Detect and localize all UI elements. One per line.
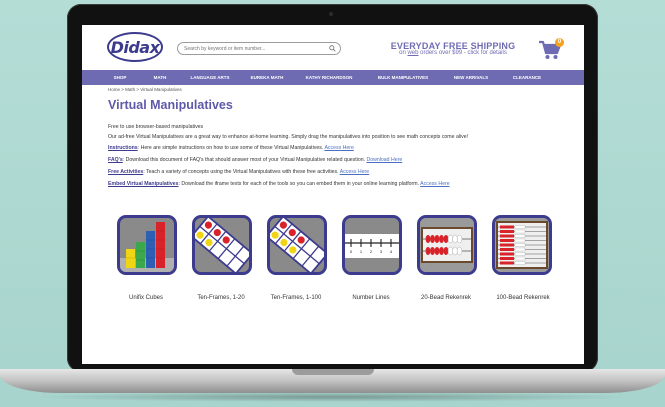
number-line-icon: 0 1 2 3 4 <box>345 234 399 258</box>
activities-text: : Teach a variety of concepts using the … <box>143 169 340 175</box>
rekenrek-icon <box>420 218 474 272</box>
intro-line-2: Our ad-free Virtual Manipulatives are a … <box>108 134 469 140</box>
tile-label-ten-frames-100[interactable]: Ten-Frames, 1-100 <box>258 295 334 302</box>
manipulatives-grid: 0 1 2 3 4 Unifix Cubes Ten-Frames, 1-20 … <box>82 215 584 315</box>
rekenrek-20-tile[interactable] <box>417 215 477 275</box>
cart-count-badge: 0 <box>555 38 564 47</box>
faq-link[interactable]: FAQ's <box>108 157 123 163</box>
ten-frame-icon <box>195 218 249 272</box>
search-icon[interactable] <box>329 45 336 52</box>
nav-eureka-math[interactable]: EUREKA MATH <box>240 75 294 80</box>
instructions-access-link[interactable]: Access Here <box>324 145 353 151</box>
nav-shop[interactable]: SHOP <box>100 75 140 80</box>
tile-label-rekenrek-20[interactable]: 20-Bead Rekenrek <box>408 295 484 302</box>
embed-link[interactable]: Embed Virtual Manipulatives <box>108 181 179 187</box>
ten-frames-20-tile[interactable] <box>192 215 252 275</box>
free-shipping-banner[interactable]: EVERYDAY FREE SHIPPING on web orders ove… <box>388 41 518 56</box>
search-box <box>177 42 341 55</box>
faq-download-link[interactable]: Download Here <box>366 157 402 163</box>
free-activities-link[interactable]: Free Activities <box>108 169 143 175</box>
page-title: Virtual Manipulatives <box>108 98 233 112</box>
activities-access-link[interactable]: Access Here <box>340 169 369 175</box>
browser-screen: Didax EVERYDAY FREE SHIPPING on web orde… <box>82 25 584 364</box>
search-input[interactable] <box>184 44 324 54</box>
ten-frames-100-tile[interactable] <box>267 215 327 275</box>
number-lines-tile[interactable]: 0 1 2 3 4 <box>342 215 402 275</box>
ten-frame-icon <box>270 218 324 272</box>
nav-language-arts[interactable]: LANGUAGE ARTS <box>180 75 240 80</box>
laptop-shadow <box>30 392 635 402</box>
nav-bulk-manipulatives[interactable]: BULK MANIPULATIVES <box>364 75 442 80</box>
shipping-suffix: orders over $99 - click for details <box>418 50 507 56</box>
camera-icon <box>329 12 333 16</box>
tile-label-ten-frames-20[interactable]: Ten-Frames, 1-20 <box>183 295 259 302</box>
embed-access-link[interactable]: Access Here <box>420 181 449 187</box>
nav-math[interactable]: MATH <box>140 75 180 80</box>
unifix-cubes-icon <box>120 222 174 272</box>
rekenrek-icon <box>495 218 549 272</box>
logo-text: Didax <box>110 37 160 57</box>
faq-text: : Download this document of FAQ's that s… <box>122 157 367 163</box>
tile-label-number-lines[interactable]: Number Lines <box>333 295 409 302</box>
embed-text: : Download the iframe texts for each of … <box>178 181 421 187</box>
didax-logo[interactable]: Didax <box>107 32 163 62</box>
nav-clearance[interactable]: CLEARANCE <box>500 75 554 80</box>
shipping-web-link[interactable]: web <box>407 50 418 56</box>
breadcrumb[interactable]: Home > Math > Virtual Manipulatives <box>108 87 182 92</box>
tile-label-unifix[interactable]: Unifix Cubes <box>108 295 184 302</box>
shipping-details: on web orders over $99 - click for detai… <box>388 50 518 56</box>
instructions-text: : Here are simple instructions on how to… <box>137 145 325 151</box>
intro-line-1: Free to use browser-based manipulatives <box>108 124 204 130</box>
rekenrek-100-tile[interactable] <box>492 215 552 275</box>
laptop-notch <box>292 369 374 375</box>
activities-row: Free Activities: Teach a variety of conc… <box>108 169 369 175</box>
faq-row: FAQ's: Download this document of FAQ's t… <box>108 157 402 163</box>
nav-kathy-richardson[interactable]: KATHY RICHARDSON <box>294 75 364 80</box>
site-header: Didax EVERYDAY FREE SHIPPING on web orde… <box>82 25 584 70</box>
main-nav: SHOP MATH LANGUAGE ARTS EUREKA MATH KATH… <box>82 70 584 85</box>
unifix-cubes-tile[interactable] <box>117 215 177 275</box>
instructions-row: Instructions: Here are simple instructio… <box>108 145 354 151</box>
instructions-link[interactable]: Instructions <box>108 145 138 151</box>
page-background: Didax EVERYDAY FREE SHIPPING on web orde… <box>0 0 665 407</box>
embed-row: Embed Virtual Manipulatives: Download th… <box>108 181 450 187</box>
tile-label-rekenrek-100[interactable]: 100-Bead Rekenrek <box>492 295 554 302</box>
nav-new-arrivals[interactable]: NEW ARRIVALS <box>442 75 500 80</box>
